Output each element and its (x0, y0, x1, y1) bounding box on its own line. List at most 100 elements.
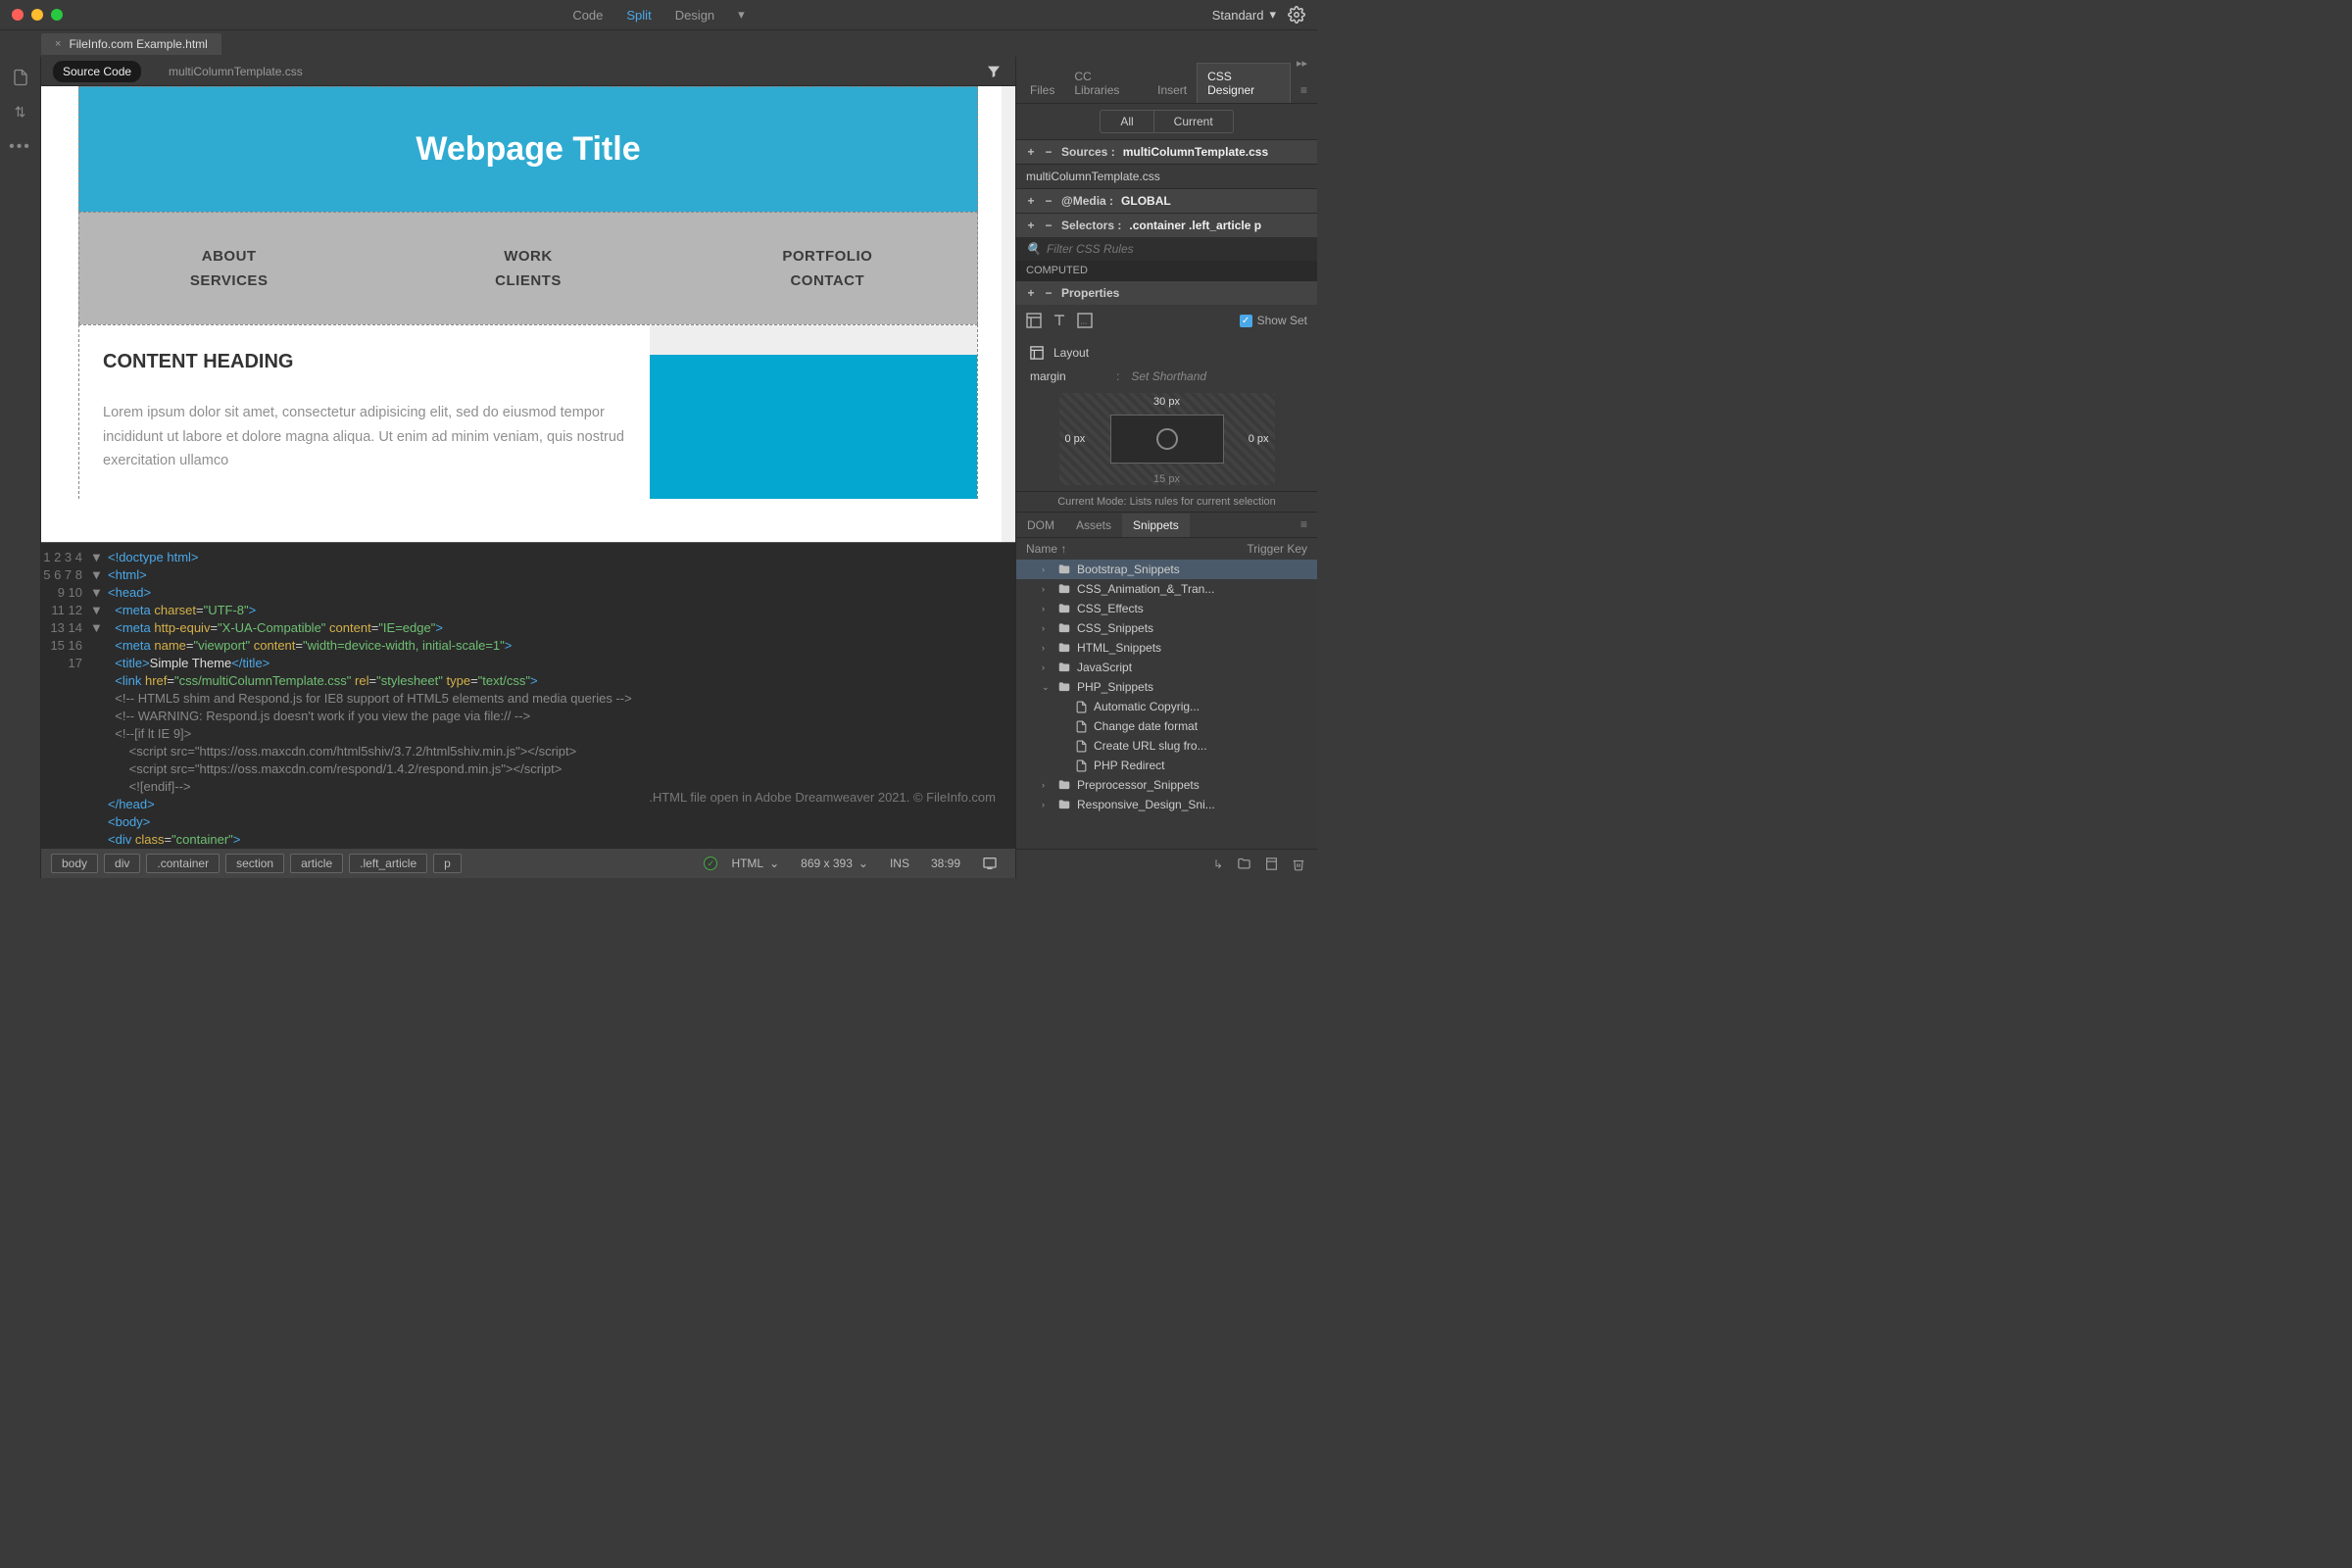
view-code[interactable]: Code (572, 8, 603, 23)
source-item[interactable]: multiColumnTemplate.css (1016, 164, 1317, 188)
preview-scrollbar[interactable] (1002, 86, 1015, 542)
panel-menu-icon[interactable]: ≡ (1291, 512, 1317, 537)
expand-icon[interactable]: ⌄ (1042, 682, 1052, 693)
tree-row[interactable]: ›CSS_Animation_&_Tran... (1016, 579, 1317, 599)
snippets-header[interactable]: Name ↑ Trigger Key (1016, 537, 1317, 560)
expand-icon[interactable]: › (1042, 564, 1052, 574)
live-preview[interactable]: Webpage Title ABOUT WORK PORTFOLIO SERVI… (41, 86, 1015, 542)
tree-row[interactable]: ›Bootstrap_Snippets (1016, 560, 1317, 579)
new-folder-icon[interactable] (1237, 857, 1251, 871)
workspace-dropdown[interactable]: Standard ▾ (1212, 7, 1276, 23)
sync-settings-icon[interactable] (1288, 6, 1305, 24)
tab-insert[interactable]: Insert (1148, 77, 1197, 103)
filter-icon[interactable] (986, 64, 1002, 79)
remove-icon[interactable]: − (1044, 219, 1054, 232)
more-category-icon[interactable]: ... (1077, 313, 1093, 328)
tab-css-designer[interactable]: CSS Designer (1197, 63, 1291, 103)
file-tab[interactable]: × FileInfo.com Example.html (41, 33, 221, 55)
margin-left-value[interactable]: 0 px (1065, 433, 1086, 445)
viewport-size[interactable]: 869 x 393 ⌄ (793, 857, 876, 870)
expand-collapse-icon[interactable]: ⇅ (15, 104, 26, 121)
show-set-checkbox[interactable]: ✓ Show Set (1240, 314, 1307, 327)
tree-row[interactable]: ›HTML_Snippets (1016, 638, 1317, 658)
tab-snippets[interactable]: Snippets (1122, 514, 1190, 537)
expand-icon[interactable]: › (1042, 780, 1052, 790)
new-snippet-icon[interactable] (1265, 858, 1278, 870)
fold-gutter[interactable]: ▼ ▼ ▼ ▼ ▼ (90, 549, 104, 637)
css-file-tab[interactable]: multiColumnTemplate.css (159, 61, 313, 82)
margin-top-value[interactable]: 30 px (1153, 396, 1180, 408)
file-management-icon[interactable] (12, 69, 29, 86)
panel-menu-icon[interactable]: ≡ (1291, 77, 1317, 103)
tree-row[interactable]: Change date format (1016, 716, 1317, 736)
expand-icon[interactable]: › (1042, 623, 1052, 633)
col-trigger[interactable]: Trigger Key (1247, 542, 1307, 556)
breadcrumb[interactable]: div (104, 854, 140, 873)
maximize-window[interactable] (51, 9, 63, 21)
breadcrumb[interactable]: section (225, 854, 284, 873)
breadcrumb[interactable]: .left_article (349, 854, 427, 873)
media-section[interactable]: + − @Media : GLOBAL (1016, 188, 1317, 213)
add-icon[interactable]: + (1026, 219, 1036, 232)
tree-row[interactable]: ⌄PHP_Snippets (1016, 677, 1317, 697)
view-dropdown-icon[interactable]: ▾ (738, 7, 745, 23)
sources-section[interactable]: + − Sources : multiColumnTemplate.css (1016, 139, 1317, 164)
selectors-section[interactable]: + − Selectors : .container .left_article… (1016, 213, 1317, 237)
expand-icon[interactable]: › (1042, 604, 1052, 613)
expand-icon[interactable]: › (1042, 800, 1052, 809)
link-values-icon[interactable] (1156, 428, 1178, 450)
tab-files[interactable]: Files (1020, 77, 1064, 103)
code-editor[interactable]: 1 2 3 4 5 6 7 8 9 10 11 12 13 14 15 16 1… (41, 542, 1015, 848)
add-icon[interactable]: + (1026, 145, 1036, 159)
filter-css-input[interactable]: 🔍 Filter CSS Rules (1016, 237, 1317, 261)
tree-row[interactable]: ›JavaScript (1016, 658, 1317, 677)
breadcrumb[interactable]: article (290, 854, 343, 873)
tree-row[interactable]: ›CSS_Effects (1016, 599, 1317, 618)
source-code-tab[interactable]: Source Code (53, 61, 141, 82)
layout-category-icon[interactable] (1026, 313, 1042, 328)
language-select[interactable]: HTML ⌄ (723, 857, 787, 870)
more-tools-icon[interactable]: ••• (9, 138, 31, 156)
remove-icon[interactable]: − (1044, 286, 1054, 300)
remove-icon[interactable]: − (1044, 194, 1054, 208)
tab-dom[interactable]: DOM (1016, 514, 1065, 537)
insert-snippet-icon[interactable]: ↳ (1213, 858, 1223, 871)
margin-box-model[interactable]: 30 px 0 px 0 px 15 px (1059, 393, 1275, 485)
add-icon[interactable]: + (1026, 286, 1036, 300)
col-name[interactable]: Name ↑ (1026, 542, 1066, 556)
tab-cc-libraries[interactable]: CC Libraries (1064, 64, 1148, 103)
tree-row[interactable]: ›Preprocessor_Snippets (1016, 775, 1317, 795)
breadcrumb[interactable]: p (433, 854, 462, 873)
css-all-tab[interactable]: All (1100, 110, 1153, 133)
css-current-tab[interactable]: Current (1154, 110, 1234, 133)
code-content[interactable]: <!doctype html> <html> <head> <meta char… (108, 549, 632, 848)
margin-right-value[interactable]: 0 px (1249, 433, 1269, 445)
margin-property[interactable]: margin : Set Shorthand (1016, 369, 1317, 387)
add-icon[interactable]: + (1026, 194, 1036, 208)
minimize-window[interactable] (31, 9, 43, 21)
close-tab-icon[interactable]: × (55, 38, 61, 50)
tree-row[interactable]: PHP Redirect (1016, 756, 1317, 775)
delete-icon[interactable] (1292, 858, 1305, 871)
margin-bottom-value[interactable]: 15 px (1153, 473, 1180, 485)
error-check-icon[interactable]: ✓ (704, 857, 717, 870)
expand-icon[interactable]: › (1042, 643, 1052, 653)
properties-section[interactable]: + − Properties (1016, 280, 1317, 305)
remove-icon[interactable]: − (1044, 145, 1054, 159)
tree-row[interactable]: Automatic Copyrig... (1016, 697, 1317, 716)
view-design[interactable]: Design (675, 8, 714, 23)
breadcrumb[interactable]: body (51, 854, 98, 873)
insert-mode[interactable]: INS (882, 857, 917, 870)
preview-in-browser-icon[interactable] (974, 856, 1005, 871)
close-window[interactable] (12, 9, 24, 21)
breadcrumb[interactable]: .container (146, 854, 220, 873)
snippets-tree[interactable]: ›Bootstrap_Snippets›CSS_Animation_&_Tran… (1016, 560, 1317, 849)
expand-icon[interactable]: › (1042, 662, 1052, 672)
tree-row[interactable]: ›Responsive_Design_Sni... (1016, 795, 1317, 814)
view-split[interactable]: Split (626, 8, 651, 23)
tree-row[interactable]: Create URL slug fro... (1016, 736, 1317, 756)
text-category-icon[interactable] (1052, 313, 1067, 328)
tree-row[interactable]: ›CSS_Snippets (1016, 618, 1317, 638)
expand-icon[interactable]: › (1042, 584, 1052, 594)
tab-assets[interactable]: Assets (1065, 514, 1122, 537)
